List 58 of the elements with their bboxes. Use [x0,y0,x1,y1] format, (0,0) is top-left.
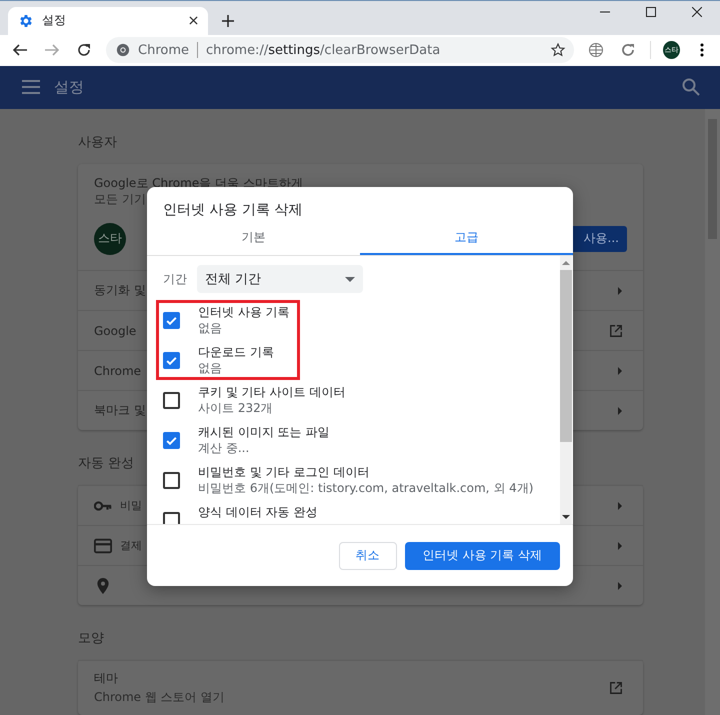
checkbox[interactable] [163,352,180,368]
arrow-down-icon[interactable] [562,515,570,519]
external-link-icon [609,681,623,695]
period-label: 기간 [163,270,187,288]
dialog-tab[interactable]: 기본 [147,221,360,255]
item-title: 비밀번호 및 기타 로그인 데이터 [198,464,370,480]
arrow-up-icon[interactable] [562,261,570,265]
credit-card-icon [94,538,112,554]
back-icon[interactable] [12,42,28,58]
period-dropdown[interactable]: 전체 기간 [197,265,363,293]
search-icon[interactable] [682,78,700,96]
checkbox[interactable] [163,432,180,448]
address-bar[interactable]: Chrome chrome://settings/clearBrowserData [106,37,574,64]
star-icon[interactable] [550,42,566,58]
item-title: 다운로드 기록 [198,344,274,360]
chrome-icon [116,43,130,58]
page-title: 설정 [54,78,84,97]
globe-icon[interactable] [588,42,604,58]
item-detail: 계산 중... [198,440,250,456]
scrollbar[interactable] [560,256,572,524]
checkbox[interactable] [163,472,180,488]
item-detail: 없음 [198,360,223,376]
cancel-button[interactable]: 취소 [338,542,397,570]
item-title: 캐시된 이미지 또는 파일 [198,424,330,440]
close-icon[interactable] [189,16,198,26]
dialog-tab[interactable]: 고급 [360,221,573,255]
chevron-icon [617,500,623,510]
plus-icon[interactable] [222,14,234,27]
checkbox[interactable] [163,392,180,408]
chevron-icon [617,406,623,416]
dialog-title: 인터넷 사용 기록 삭제 [162,201,304,220]
section-title: 자동 완성 [78,455,134,472]
browser-tab[interactable]: 설정 [8,6,208,35]
section-title: 사용자 [78,134,117,151]
item-detail: 비밀번호 6개(도메인: tistory.com, atraveltalk.com, 외 4개) [198,480,534,496]
item-title: 인터넷 사용 기록 [198,304,290,320]
promo-subtitle: 모든 기기 [94,191,147,207]
caret-icon [345,276,355,282]
chevron-icon [617,366,623,376]
section-title: 모양 [78,630,104,647]
external-link-icon [609,324,623,338]
account-avatar: 스타 [94,222,126,254]
scrollbar[interactable] [705,109,720,715]
reload-icon[interactable] [76,42,92,58]
maximize-icon[interactable] [646,6,656,17]
refresh-icon[interactable] [620,42,636,58]
chevron-icon [617,540,623,550]
chevron-icon [617,580,623,590]
delete-button[interactable]: 인터넷 사용 기록 삭제 [404,542,560,570]
settings-icon [18,12,34,29]
item-title: 쿠키 및 기타 사이트 데이터 [198,384,346,400]
checkbox[interactable] [163,312,180,328]
close-icon[interactable] [692,6,702,17]
checkbox[interactable] [163,512,180,524]
item-detail: 사이트 232개 [198,400,274,416]
item-detail: 없음 [198,320,223,336]
chevron-icon [617,286,623,296]
item-title: 양식 데이터 자동 완성 [198,504,318,520]
